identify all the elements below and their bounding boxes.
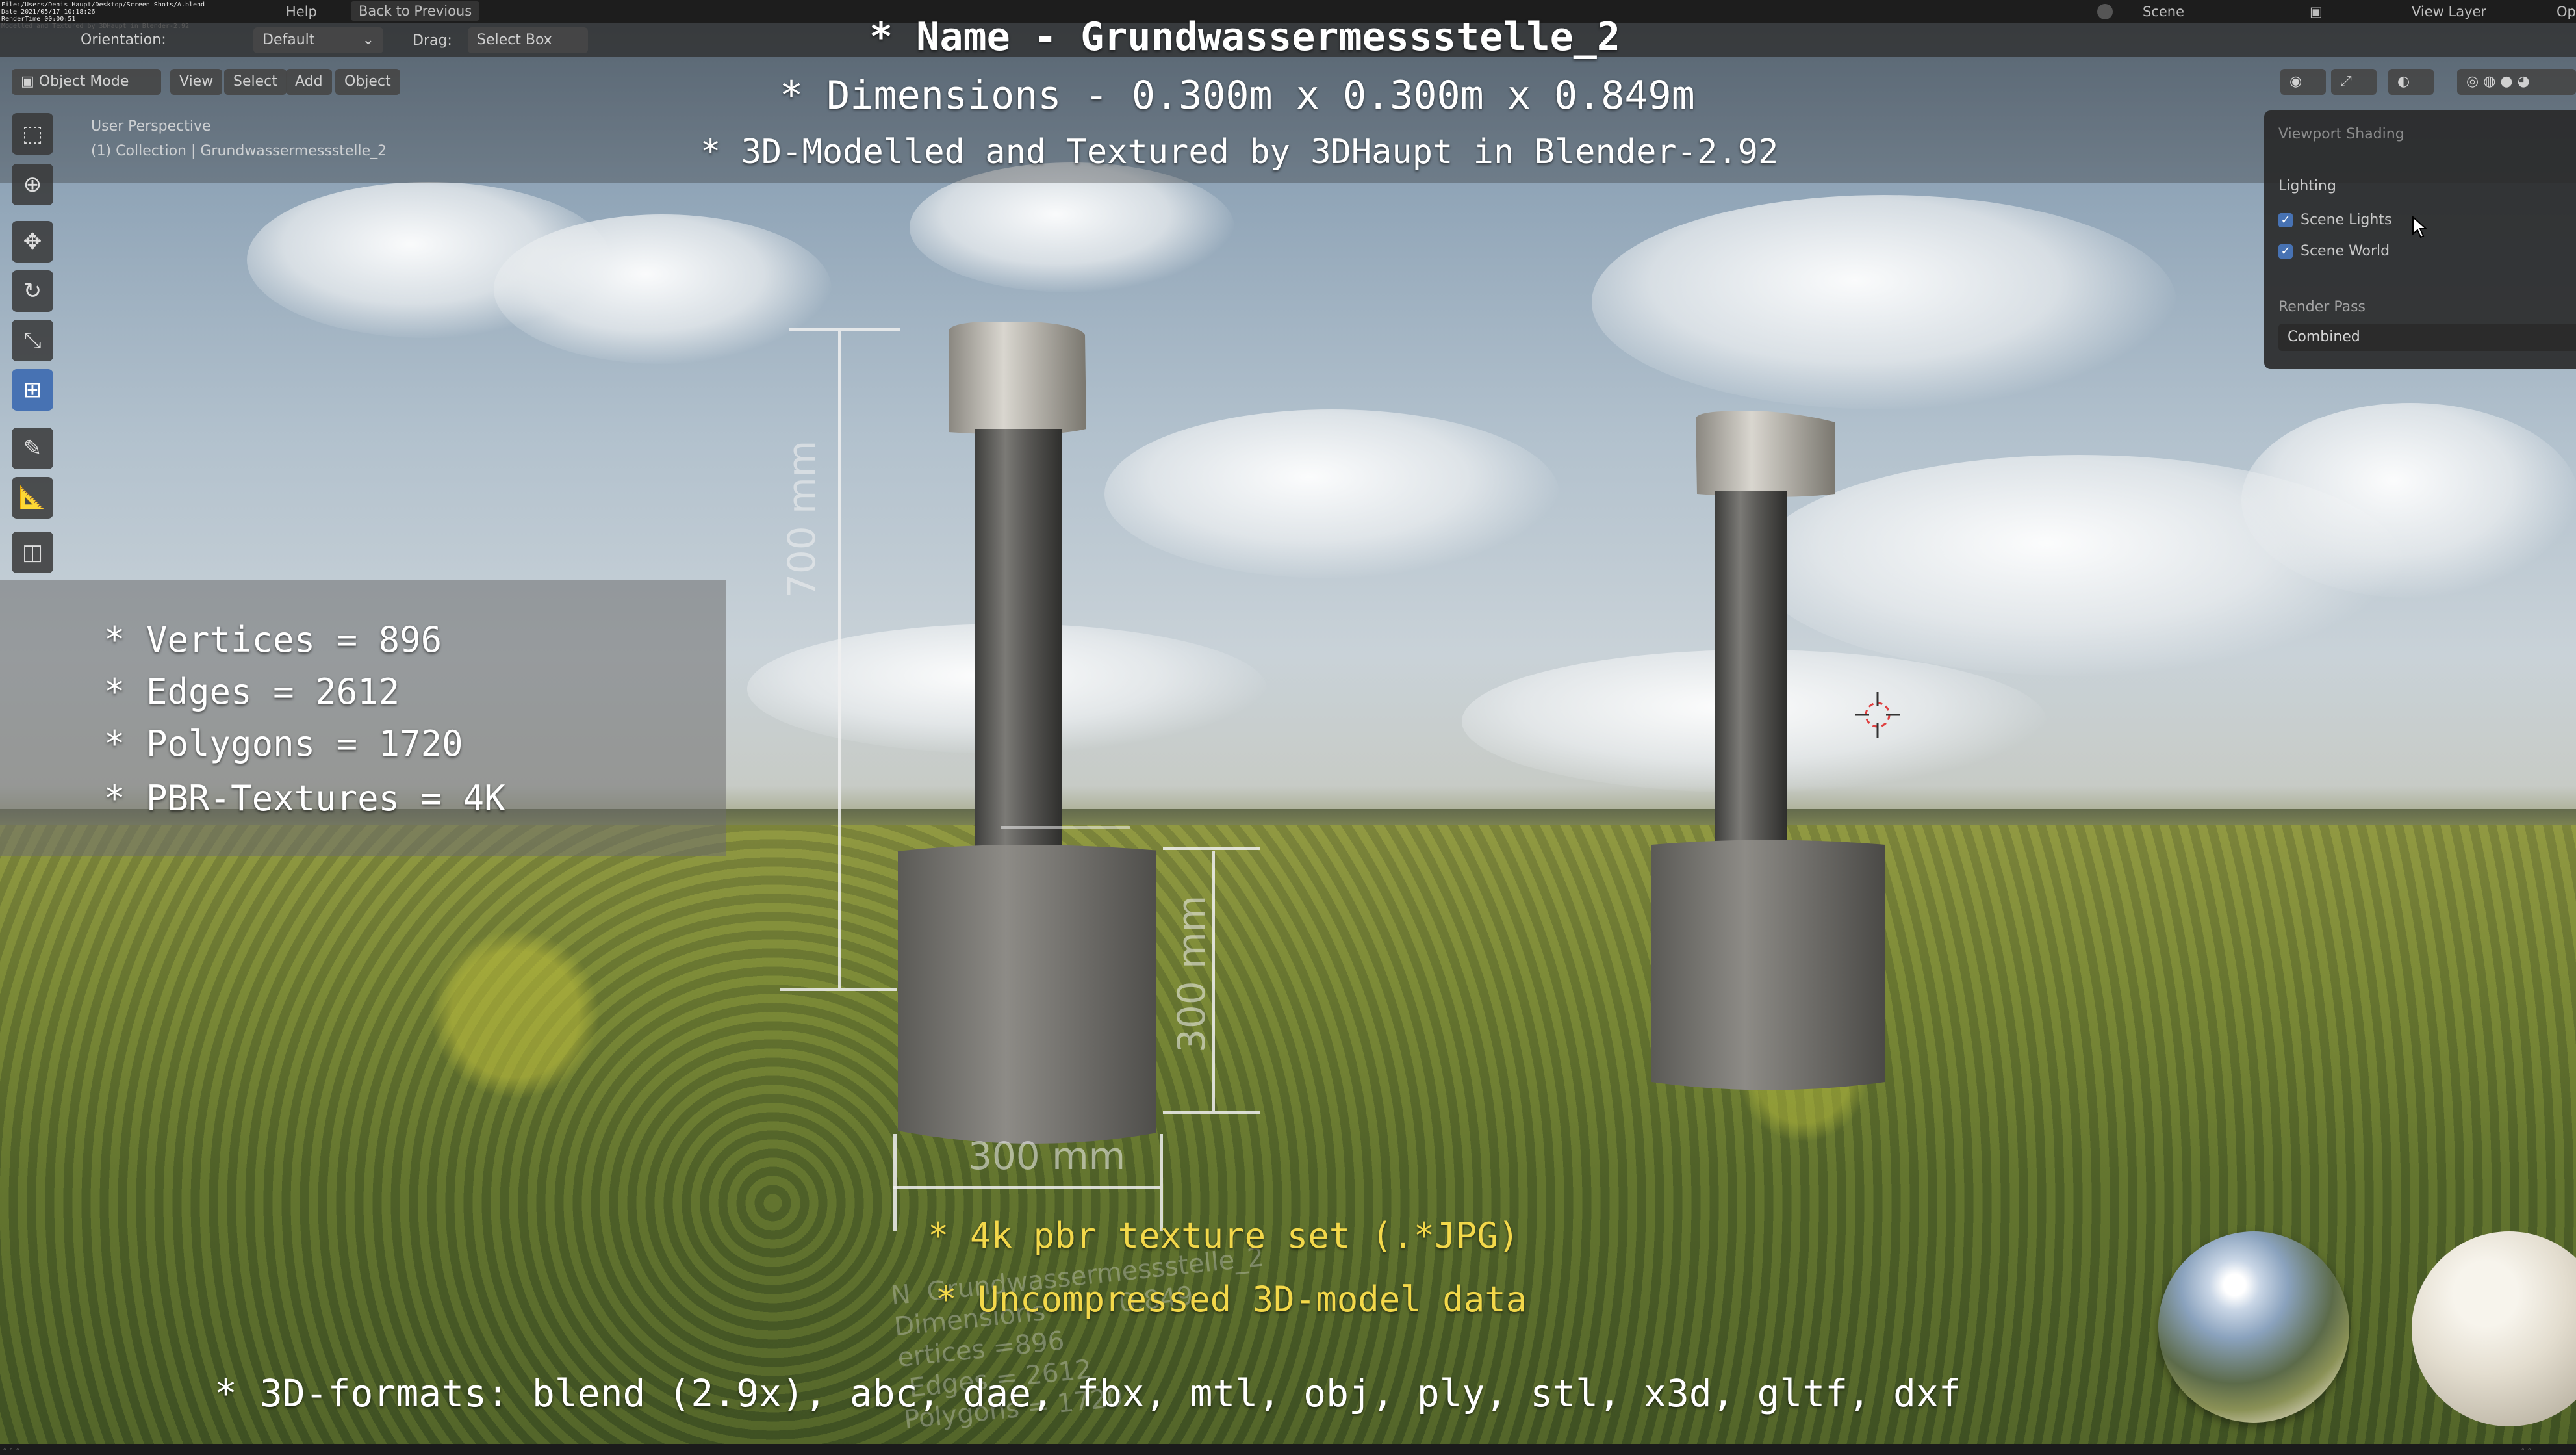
dimension-tick: [1163, 847, 1260, 850]
scale-icon[interactable]: ⤡: [12, 320, 53, 361]
groundwater-well-model-1[interactable]: [884, 318, 1156, 1163]
overlays-icon[interactable]: ◐: [2388, 69, 2434, 95]
orientation-label[interactable]: Orientation:: [71, 27, 175, 53]
chevron-down-icon: ⌄: [362, 32, 374, 48]
transform-orientation-dropdown[interactable]: Default ⌄: [253, 27, 383, 53]
cloud: [2241, 403, 2576, 598]
status-bar: ◦ ◦ ◦ ◦ ◦: [0, 1444, 2576, 1455]
dimension-tick: [780, 988, 897, 991]
model-name-text: * Name - Grundwassermessstelle_2: [869, 14, 1620, 60]
scene-icon: [2097, 4, 2113, 19]
drag-select-value: Select Box: [477, 32, 552, 48]
groundwater-well-model-2[interactable]: [1650, 409, 1897, 1098]
measure-icon[interactable]: 📐: [12, 477, 53, 519]
base-height-label: 300 mm: [1169, 895, 1214, 1053]
drag-label: Drag:: [413, 32, 452, 49]
scene-lights-label: Scene Lights: [2301, 212, 2392, 228]
dimensions-text: * Dimensions - 0.300m x 0.300m x 0.849m: [780, 73, 1695, 118]
panel-title: Viewport Shading: [2278, 126, 2404, 142]
gizmo-arrow: [1001, 826, 1130, 829]
dimension-tick: [789, 328, 900, 331]
base-width-label: 300 mm: [968, 1134, 1126, 1178]
view-layer-selector[interactable]: View Layer: [2412, 4, 2486, 19]
viewport-info: User Perspective (1) Collection | Grundw…: [91, 114, 387, 164]
lighting-label: Lighting: [2278, 178, 2336, 194]
shading-mode-icons[interactable]: ◎ ◍ ● ◕: [2457, 69, 2576, 95]
dimension-tick: [893, 1134, 897, 1231]
render-pass-dropdown[interactable]: Combined: [2278, 324, 2576, 351]
options-menu[interactable]: Opt: [2557, 4, 2576, 19]
dimension-tick: [1163, 1111, 1260, 1114]
cloud: [494, 214, 832, 364]
menu-help[interactable]: Help: [286, 4, 317, 19]
perspective-label: User Perspective: [91, 118, 211, 135]
transform-icon[interactable]: ⊞: [12, 369, 53, 411]
menu-select[interactable]: Select: [224, 69, 287, 95]
gizmo-icon[interactable]: ⤢: [2331, 69, 2377, 95]
add-cube-icon[interactable]: ◫: [12, 532, 53, 573]
object-mode-label: Object Mode: [38, 73, 129, 90]
cloud: [1592, 195, 2176, 409]
scene-lights-checkbox[interactable]: ✓: [2278, 213, 2293, 227]
status-left-info: ◦ ◦ ◦: [3, 1445, 20, 1454]
back-to-previous-button[interactable]: Back to Previous: [351, 1, 480, 21]
credits-text: * 3D-Modelled and Textured by 3DHaupt in…: [700, 133, 1779, 172]
rotate-icon[interactable]: ↻: [12, 270, 53, 312]
height-label: 700 mm: [780, 440, 824, 598]
collection-label: (1) Collection | Grundwassermessstelle_2: [91, 143, 387, 159]
object-mode-icon: ▣: [21, 73, 39, 90]
formats-text: * 3D-formats: blend (2.9x), abc, dae, fb…: [214, 1371, 1961, 1415]
stats-list: * Vertices = 896 * Edges = 2612 * Polygo…: [104, 614, 505, 825]
edges-stat: * Edges = 2612: [104, 671, 400, 712]
menu-view[interactable]: View: [170, 69, 223, 95]
texture-set-text: * 4k pbr texture set (.*JPG): [928, 1215, 1520, 1256]
viewport-shading-popover: Viewport Shading Lighting ✓ Scene Lights…: [2264, 110, 2576, 369]
dimension-line-base-width: [893, 1186, 1160, 1189]
scene-world-checkbox[interactable]: ✓: [2278, 244, 2293, 259]
drag-select-dropdown[interactable]: Select Box: [468, 27, 588, 53]
view-layer-icon: ▣: [2310, 4, 2323, 19]
menu-add[interactable]: Add: [286, 69, 332, 95]
uncompressed-text: * Uncompressed 3D-model data: [936, 1279, 1527, 1320]
select-box-icon[interactable]: ⬚: [12, 113, 53, 155]
cursor-icon[interactable]: ⊕: [12, 164, 53, 205]
scene-selector[interactable]: Scene: [2143, 4, 2184, 19]
mouse-pointer-icon: [2412, 216, 2428, 238]
hdri-preview-sphere: [2158, 1231, 2349, 1423]
status-right-info: ◦ ◦: [2521, 1445, 2532, 1454]
move-icon[interactable]: ✥: [12, 221, 53, 263]
menu-object[interactable]: Object: [335, 69, 400, 95]
transform-orientation-value: Default: [262, 32, 315, 48]
3d-cursor-icon: [1855, 692, 1900, 738]
visibility-icon[interactable]: ◉: [2280, 69, 2326, 95]
render-pass-label: Render Pass: [2278, 299, 2366, 315]
polygons-stat: * Polygons = 1720: [104, 723, 463, 764]
scene-world-label: Scene World: [2301, 243, 2390, 259]
textures-stat: * PBR-Textures = 4K: [104, 778, 505, 819]
vertices-stat: * Vertices = 896: [104, 619, 442, 660]
object-mode-dropdown[interactable]: ▣ Object Mode: [12, 69, 161, 95]
annotate-icon[interactable]: ✎: [12, 428, 53, 469]
cloud: [1104, 409, 1559, 578]
dimension-line-height: [838, 331, 841, 988]
